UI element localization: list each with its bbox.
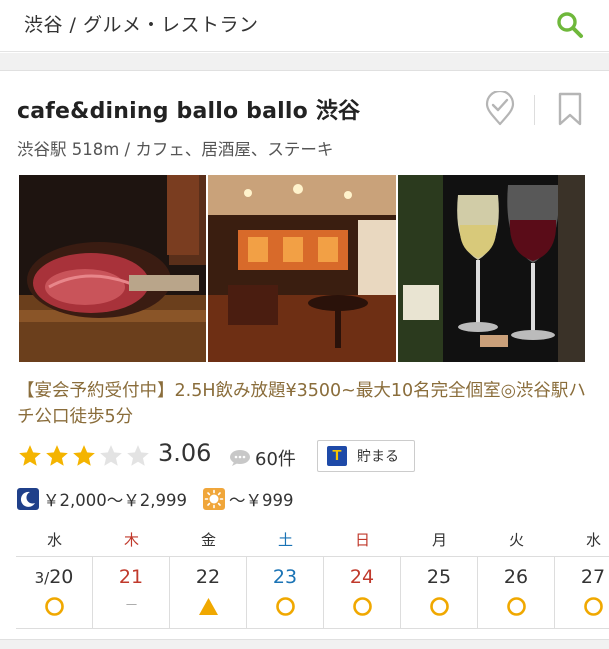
- available-circle-icon: [430, 597, 449, 616]
- photo-dining-room[interactable]: [208, 175, 396, 362]
- calendar-weekday: 水: [585, 531, 601, 549]
- breadcrumb[interactable]: 渋谷 / グルメ・レストラン: [24, 10, 258, 37]
- icon-divider: [534, 95, 535, 125]
- calendar-date: 24: [324, 566, 400, 588]
- calendar-weekday: 月: [431, 531, 447, 549]
- calendar-date-number: 21: [118, 566, 144, 588]
- unavailable-mark: －: [124, 598, 139, 614]
- calendar-weekday: 土: [277, 531, 293, 549]
- rating-row: 3.06 60件 T 貯まる: [17, 439, 437, 473]
- search-icon[interactable]: [554, 9, 586, 41]
- calendar-date-number: 26: [503, 566, 529, 588]
- promo-text[interactable]: 【宴会予約受付中】2.5H飲み放題¥3500~最大10名完全個室◎渋谷駅ハチ公口…: [17, 378, 592, 430]
- star-filled-icon: [73, 445, 95, 466]
- speech-bubble-icon: [230, 450, 250, 466]
- star-filled-icon: [19, 445, 41, 466]
- calendar-date-number: 23: [272, 566, 298, 588]
- top-bar: 渋谷 / グルメ・レストラン: [0, 0, 609, 52]
- calendar-weekdays: 水木金土日月火水: [16, 529, 609, 555]
- bookmark-icon[interactable]: [555, 91, 585, 127]
- calendar-day-24[interactable]: 24: [324, 557, 401, 629]
- limited-triangle-icon: [199, 598, 218, 615]
- calendar-date-number: 22: [195, 566, 221, 588]
- section-gap: [0, 53, 609, 70]
- review-count[interactable]: 60件: [229, 445, 296, 471]
- calendar-date: 3/20: [16, 566, 92, 588]
- tpoint-badge[interactable]: T 貯まる: [317, 440, 415, 472]
- calendar-month-prefix: 3/: [34, 569, 50, 587]
- calendar-day-23[interactable]: 23: [247, 557, 324, 629]
- availability-calendar: 3/20 21 － 22 23 24 25 26 27: [16, 556, 609, 629]
- available-circle-icon: [584, 597, 603, 616]
- calendar-date: 23: [247, 566, 323, 588]
- calendar-day-21[interactable]: 21 －: [93, 557, 170, 629]
- calendar-date-number: 25: [426, 566, 452, 588]
- restaurant-card[interactable]: cafe&dining ballo ballo 渋谷 渋谷駅 518m / カフ…: [0, 70, 609, 649]
- bottom-gap: [0, 639, 609, 649]
- available-circle-icon: [276, 597, 295, 616]
- available-circle-icon: [353, 597, 372, 616]
- budget-lunch: ～￥999: [228, 491, 294, 510]
- calendar-date: 25: [401, 566, 477, 588]
- calendar-date-number: 27: [580, 566, 606, 588]
- calendar-day-20[interactable]: 3/20: [16, 557, 93, 629]
- budget-row: ￥2,000～￥2,999 ～￥999: [17, 487, 293, 511]
- sun-icon: [202, 488, 225, 510]
- calendar-date: 27: [555, 566, 609, 588]
- photo-steak[interactable]: [19, 175, 207, 362]
- calendar-date: 22: [170, 566, 246, 588]
- calendar-day-26[interactable]: 26: [478, 557, 555, 629]
- calendar-weekday: 木: [123, 531, 139, 549]
- calendar-day-27[interactable]: 27: [555, 557, 609, 629]
- calendar-date-number: 24: [349, 566, 375, 588]
- star-filled-icon: [46, 445, 68, 466]
- calendar-date: 21: [93, 566, 169, 588]
- tpoint-label: 貯まる: [357, 449, 399, 465]
- checkin-icon[interactable]: [482, 89, 518, 127]
- calendar-date-number: 20: [49, 566, 74, 588]
- tpoint-logo-icon: T: [327, 446, 347, 466]
- restaurant-meta: 渋谷駅 518m / カフェ、居酒屋、ステーキ: [17, 140, 334, 159]
- calendar-weekday: 日: [354, 531, 370, 549]
- available-circle-icon: [507, 597, 526, 616]
- moon-icon: [17, 488, 39, 510]
- restaurant-name[interactable]: cafe&dining ballo ballo 渋谷: [17, 93, 360, 125]
- calendar-weekday: 水: [46, 531, 62, 549]
- photo-wine-glasses[interactable]: [397, 175, 585, 362]
- rating-score: 3.06: [158, 439, 212, 467]
- photo-strip[interactable]: [19, 175, 585, 362]
- calendar-day-22[interactable]: 22: [170, 557, 247, 629]
- budget-night: ￥2,000～￥2,999: [43, 491, 187, 510]
- review-count-label: 60件: [255, 449, 296, 470]
- star-empty-icon: [127, 445, 149, 466]
- available-circle-icon: [45, 597, 64, 616]
- rating-stars: [17, 443, 151, 469]
- calendar-date: 26: [478, 566, 554, 588]
- star-empty-icon: [100, 445, 122, 466]
- calendar-day-25[interactable]: 25: [401, 557, 478, 629]
- calendar-weekday: 金: [200, 531, 216, 549]
- calendar-weekday: 火: [508, 531, 524, 549]
